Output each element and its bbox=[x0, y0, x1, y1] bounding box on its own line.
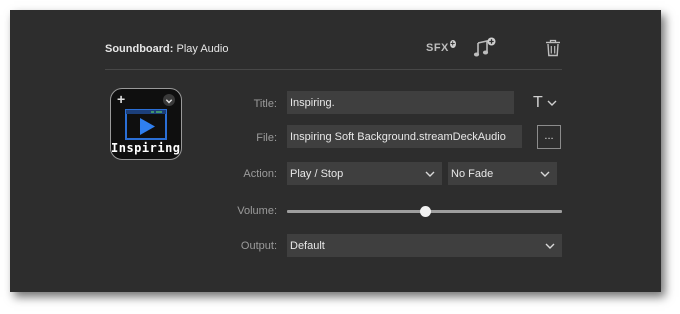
chevron-down-icon bbox=[425, 171, 435, 177]
sfx-label: SFX bbox=[426, 42, 449, 54]
output-select[interactable]: Default bbox=[287, 234, 562, 257]
trash-icon bbox=[546, 39, 560, 57]
music-note-plus-icon bbox=[473, 37, 496, 57]
output-select-value: Default bbox=[290, 239, 325, 252]
action-select[interactable]: Play / Stop bbox=[287, 162, 442, 185]
action-select-value: Play / Stop bbox=[290, 167, 344, 180]
state-menu-button[interactable] bbox=[163, 94, 175, 106]
add-music-button[interactable] bbox=[473, 37, 497, 59]
plugin-name: Soundboard: bbox=[105, 43, 174, 55]
delete-button[interactable] bbox=[545, 39, 561, 57]
key-title-text: Inspiring. bbox=[111, 141, 182, 155]
chevron-down-icon bbox=[547, 100, 557, 106]
chevron-down-icon bbox=[540, 171, 550, 177]
action-name: Play Audio bbox=[176, 43, 229, 55]
action-label: Action: bbox=[243, 168, 277, 180]
title-label: Title: bbox=[253, 98, 277, 110]
key-preview[interactable]: + Inspiring. bbox=[110, 88, 182, 160]
volume-slider-handle[interactable] bbox=[419, 206, 431, 217]
volume-slider[interactable] bbox=[287, 206, 562, 217]
output-label: Output: bbox=[240, 240, 277, 252]
title-input-value: Inspiring. bbox=[290, 96, 335, 109]
file-input-value: Inspiring Soft Background.streamDeckAudi… bbox=[290, 130, 506, 143]
plus-icon: + bbox=[449, 39, 456, 48]
title-input[interactable]: Inspiring. bbox=[287, 91, 514, 114]
play-icon bbox=[125, 109, 167, 140]
fade-select-value: No Fade bbox=[451, 167, 494, 180]
add-sfx-button[interactable]: SFX + bbox=[426, 38, 456, 58]
add-state-icon[interactable]: + bbox=[117, 91, 125, 107]
header-divider bbox=[105, 69, 562, 70]
fade-select[interactable]: No Fade bbox=[448, 162, 557, 185]
chevron-down-icon bbox=[545, 243, 555, 249]
browse-file-button[interactable]: ... bbox=[537, 125, 561, 149]
text-format-icon: T bbox=[533, 94, 543, 111]
action-config-panel: Soundboard: Play Audio SFX + + Inspiring… bbox=[10, 10, 661, 292]
file-label: File: bbox=[256, 132, 277, 144]
chevron-down-icon bbox=[165, 99, 173, 104]
volume-label: Volume: bbox=[237, 205, 277, 217]
title-format-button[interactable]: T bbox=[533, 93, 563, 113]
page-title: Soundboard: Play Audio bbox=[105, 43, 228, 55]
file-input[interactable]: Inspiring Soft Background.streamDeckAudi… bbox=[287, 125, 522, 148]
